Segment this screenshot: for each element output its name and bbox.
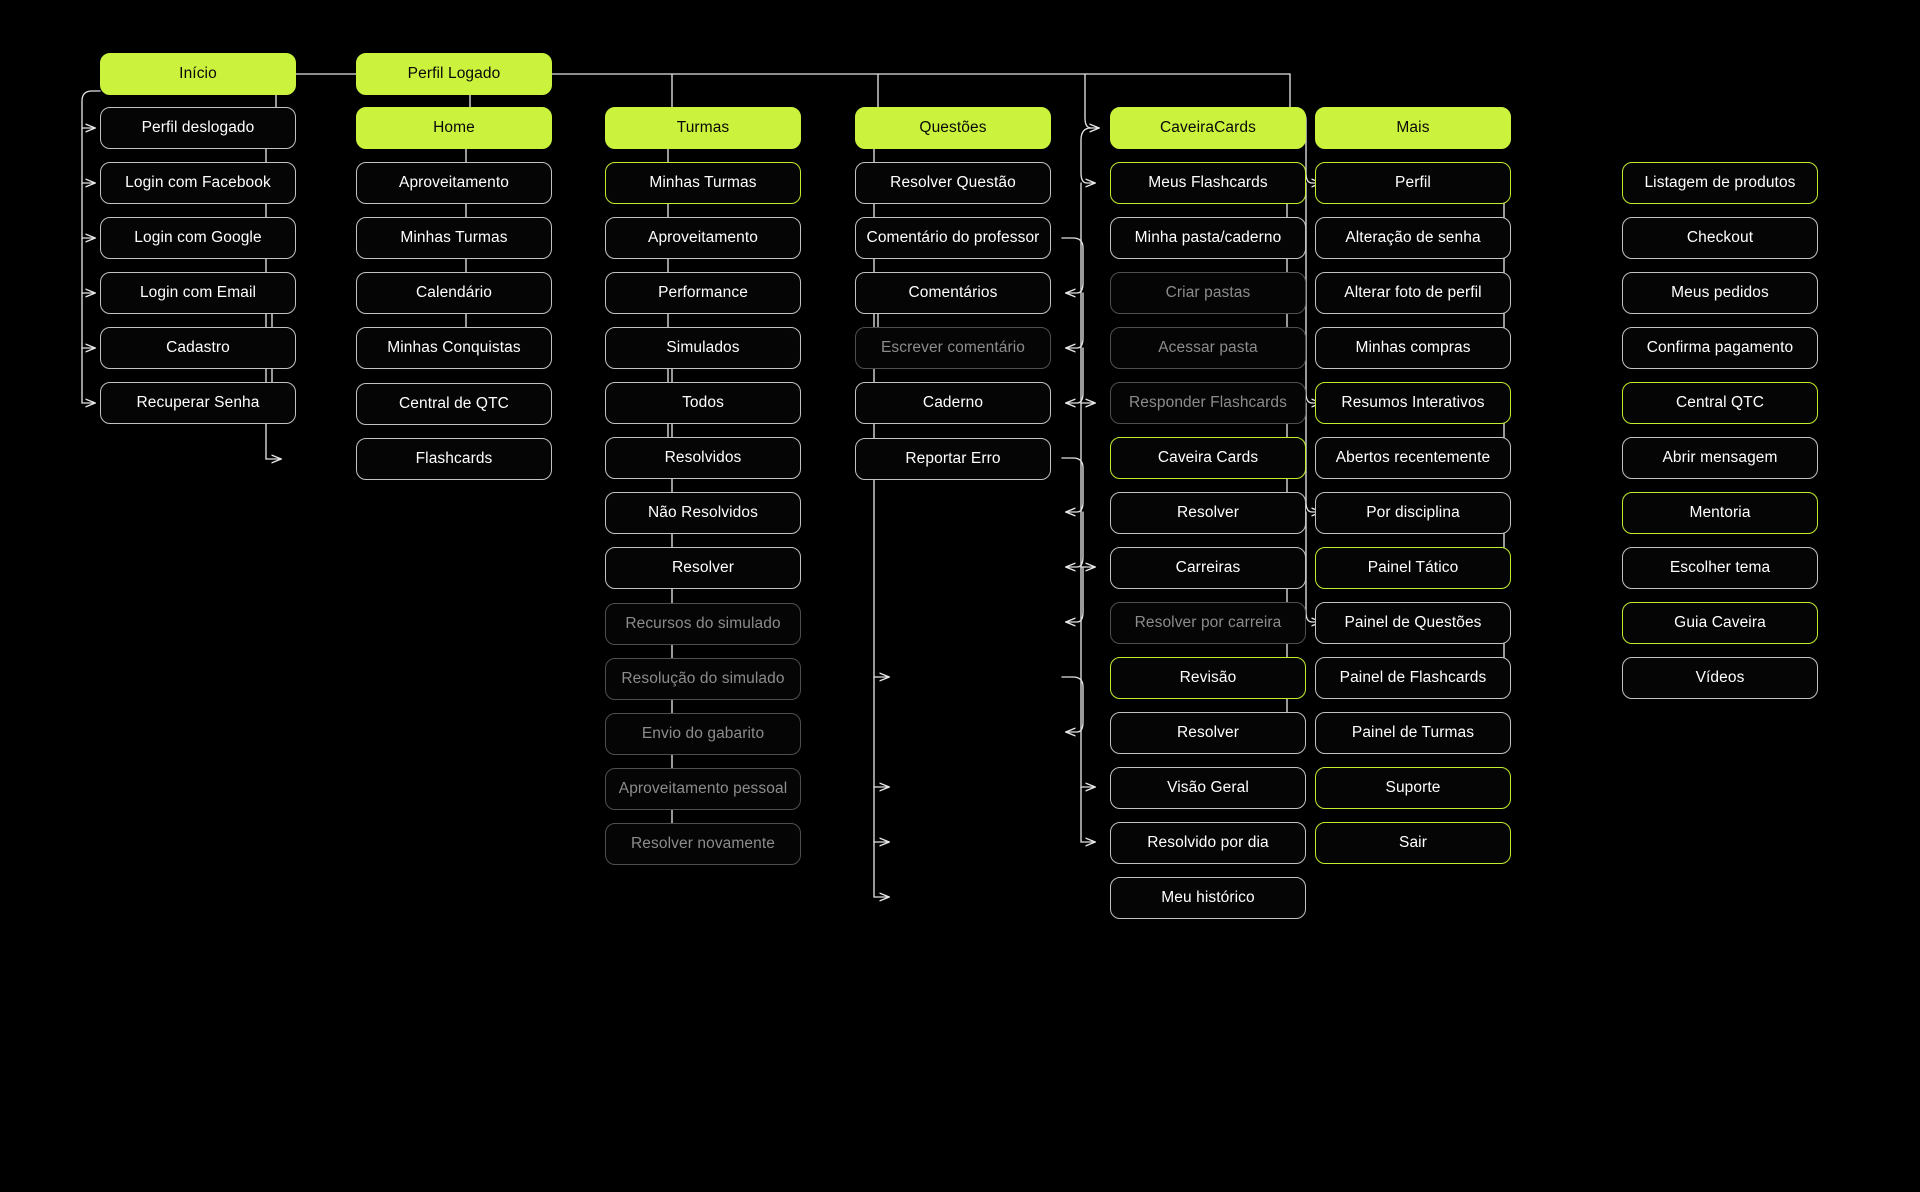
node-loja-meus-pedidos[interactable]: Meus pedidos bbox=[1622, 272, 1818, 314]
node-turmas-resolver[interactable]: Resolver bbox=[605, 547, 801, 589]
node-cc-minha-pasta-caderno[interactable]: Minha pasta/caderno bbox=[1110, 217, 1306, 259]
node-recuperar-senha[interactable]: Recuperar Senha bbox=[100, 382, 296, 424]
node-questoes-reportar-erro[interactable]: Reportar Erro bbox=[855, 438, 1051, 480]
node-header-home[interactable]: Home bbox=[356, 107, 552, 149]
node-home-minhas-turmas[interactable]: Minhas Turmas bbox=[356, 217, 552, 259]
node-cc-meus-flashcards[interactable]: Meus Flashcards bbox=[1110, 162, 1306, 204]
node-home-flashcards[interactable]: Flashcards bbox=[356, 438, 552, 480]
node-header-mais[interactable]: Mais bbox=[1315, 107, 1511, 149]
node-loja-escolher-tema[interactable]: Escolher tema bbox=[1622, 547, 1818, 589]
node-cc-acessar-pasta[interactable]: Acessar pasta bbox=[1110, 327, 1306, 369]
node-login-facebook[interactable]: Login com Facebook bbox=[100, 162, 296, 204]
node-cc-responder-flashcards[interactable]: Responder Flashcards bbox=[1110, 382, 1306, 424]
node-mais-painel-turmas[interactable]: Painel de Turmas bbox=[1315, 712, 1511, 754]
node-mais-abertos-recentemente[interactable]: Abertos recentemente bbox=[1315, 437, 1511, 479]
node-cc-carreiras[interactable]: Carreiras bbox=[1110, 547, 1306, 589]
node-home-calendario[interactable]: Calendário bbox=[356, 272, 552, 314]
node-loja-mentoria[interactable]: Mentoria bbox=[1622, 492, 1818, 534]
node-mais-painel-flashcards[interactable]: Painel de Flashcards bbox=[1315, 657, 1511, 699]
node-loja-central-qtc[interactable]: Central QTC bbox=[1622, 382, 1818, 424]
node-mais-minhas-compras[interactable]: Minhas compras bbox=[1315, 327, 1511, 369]
node-header-perfil-logado[interactable]: Perfil Logado bbox=[356, 53, 552, 95]
node-cc-visao-geral[interactable]: Visão Geral bbox=[1110, 767, 1306, 809]
node-cc-resolver-2[interactable]: Resolver bbox=[1110, 712, 1306, 754]
node-cc-revisao[interactable]: Revisão bbox=[1110, 657, 1306, 699]
node-mais-por-disciplina[interactable]: Por disciplina bbox=[1315, 492, 1511, 534]
node-questoes-escrever-comentario[interactable]: Escrever comentário bbox=[855, 327, 1051, 369]
node-cc-resolver-por-carreira[interactable]: Resolver por carreira bbox=[1110, 602, 1306, 644]
node-loja-checkout[interactable]: Checkout bbox=[1622, 217, 1818, 259]
node-cc-criar-pastas[interactable]: Criar pastas bbox=[1110, 272, 1306, 314]
node-turmas-resolver-novamente[interactable]: Resolver novamente bbox=[605, 823, 801, 865]
node-home-aproveitamento[interactable]: Aproveitamento bbox=[356, 162, 552, 204]
node-header-turmas[interactable]: Turmas bbox=[605, 107, 801, 149]
node-header-questoes[interactable]: Questões bbox=[855, 107, 1051, 149]
node-header-caveiracards[interactable]: CaveiraCards bbox=[1110, 107, 1306, 149]
node-mais-painel-tatico[interactable]: Painel Tático bbox=[1315, 547, 1511, 589]
node-mais-suporte[interactable]: Suporte bbox=[1315, 767, 1511, 809]
node-turmas-minhas-turmas[interactable]: Minhas Turmas bbox=[605, 162, 801, 204]
node-home-central-qtc[interactable]: Central de QTC bbox=[356, 383, 552, 425]
node-turmas-envio-gabarito[interactable]: Envio do gabarito bbox=[605, 713, 801, 755]
node-turmas-todos[interactable]: Todos bbox=[605, 382, 801, 424]
node-loja-videos[interactable]: Vídeos bbox=[1622, 657, 1818, 699]
node-login-google[interactable]: Login com Google bbox=[100, 217, 296, 259]
node-turmas-aproveitamento[interactable]: Aproveitamento bbox=[605, 217, 801, 259]
node-questoes-comentarios[interactable]: Comentários bbox=[855, 272, 1051, 314]
node-loja-listagem-produtos[interactable]: Listagem de produtos bbox=[1622, 162, 1818, 204]
node-mais-alterar-foto-perfil[interactable]: Alterar foto de perfil bbox=[1315, 272, 1511, 314]
node-questoes-comentario-professor[interactable]: Comentário do professor bbox=[855, 217, 1051, 259]
node-turmas-resolucao-simulado[interactable]: Resolução do simulado bbox=[605, 658, 801, 700]
node-login-email[interactable]: Login com Email bbox=[100, 272, 296, 314]
node-turmas-performance[interactable]: Performance bbox=[605, 272, 801, 314]
node-mais-sair[interactable]: Sair bbox=[1315, 822, 1511, 864]
node-loja-guia-caveira[interactable]: Guia Caveira bbox=[1622, 602, 1818, 644]
node-mais-resumos-interativos[interactable]: Resumos Interativos bbox=[1315, 382, 1511, 424]
node-questoes-resolver-questao[interactable]: Resolver Questão bbox=[855, 162, 1051, 204]
node-loja-abrir-mensagem[interactable]: Abrir mensagem bbox=[1622, 437, 1818, 479]
node-header-inicio[interactable]: Início bbox=[100, 53, 296, 95]
node-turmas-aproveitamento-pessoal[interactable]: Aproveitamento pessoal bbox=[605, 768, 801, 810]
node-cc-resolvido-por-dia[interactable]: Resolvido por dia bbox=[1110, 822, 1306, 864]
node-turmas-resolvidos[interactable]: Resolvidos bbox=[605, 437, 801, 479]
node-mais-alteracao-senha[interactable]: Alteração de senha bbox=[1315, 217, 1511, 259]
node-cc-resolver-1[interactable]: Resolver bbox=[1110, 492, 1306, 534]
node-turmas-simulados[interactable]: Simulados bbox=[605, 327, 801, 369]
node-questoes-caderno[interactable]: Caderno bbox=[855, 382, 1051, 424]
node-home-minhas-conquistas[interactable]: Minhas Conquistas bbox=[356, 327, 552, 369]
sitemap-canvas: Início Perfil deslogado Login com Facebo… bbox=[0, 0, 1920, 1192]
node-loja-confirma-pagamento[interactable]: Confirma pagamento bbox=[1622, 327, 1818, 369]
node-cc-caveira-cards[interactable]: Caveira Cards bbox=[1110, 437, 1306, 479]
node-turmas-nao-resolvidos[interactable]: Não Resolvidos bbox=[605, 492, 801, 534]
node-turmas-recursos-simulado[interactable]: Recursos do simulado bbox=[605, 603, 801, 645]
node-mais-painel-questoes[interactable]: Painel de Questões bbox=[1315, 602, 1511, 644]
node-mais-perfil[interactable]: Perfil bbox=[1315, 162, 1511, 204]
node-perfil-deslogado[interactable]: Perfil deslogado bbox=[100, 107, 296, 149]
node-cadastro[interactable]: Cadastro bbox=[100, 327, 296, 369]
node-cc-meu-historico[interactable]: Meu histórico bbox=[1110, 877, 1306, 919]
